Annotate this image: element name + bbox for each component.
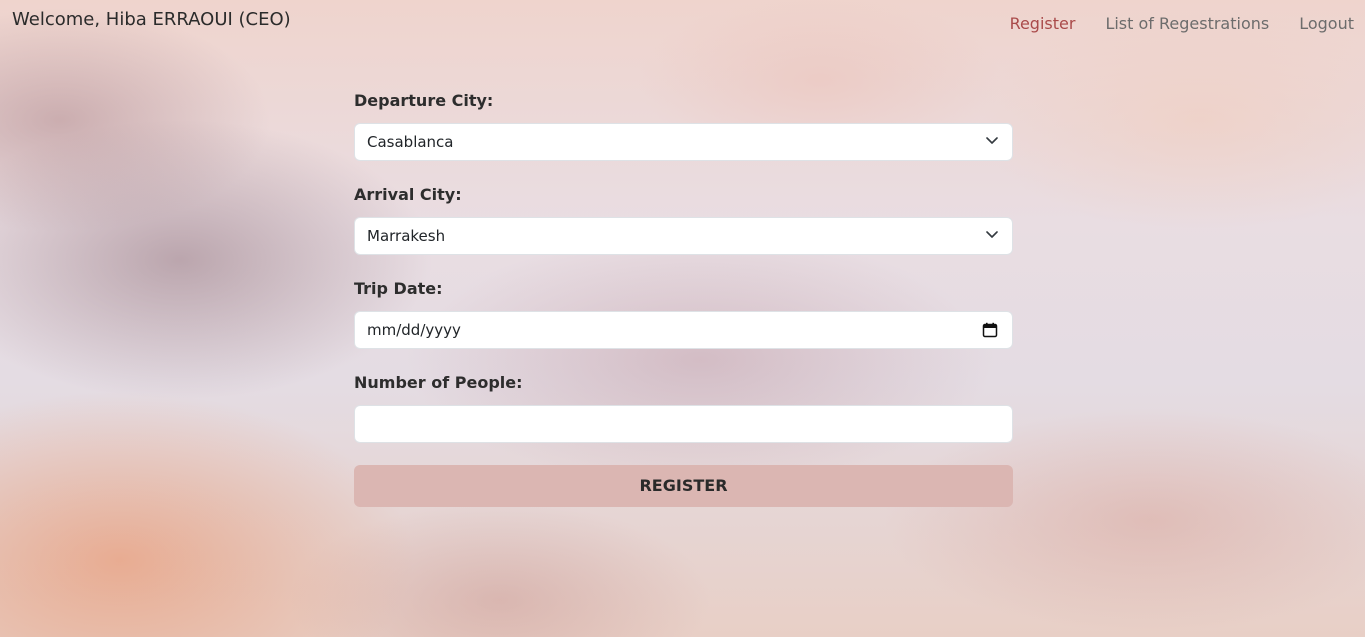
welcome-text: Welcome, Hiba ERRAOUI (CEO) [12,9,291,30]
departure-group: Departure City: Casablanca [354,89,1013,161]
trip-date-input[interactable]: mm/dd/yyyy [354,311,1013,349]
calendar-icon[interactable] [982,322,998,338]
navbar: Welcome, Hiba ERRAOUI (CEO) Register Lis… [0,0,1365,48]
people-label: Number of People: [354,373,523,392]
arrival-value: Marrakesh [367,227,446,245]
arrival-label: Arrival City: [354,185,462,204]
nav-logout-link[interactable]: Logout [1299,14,1354,33]
date-label: Trip Date: [354,279,443,298]
people-input[interactable] [354,405,1013,443]
nav-registrations-link[interactable]: List of Regestrations [1105,14,1269,33]
chevron-down-icon [986,231,998,238]
arrival-group: Arrival City: Marrakesh [354,183,1013,255]
chevron-down-icon [986,137,998,144]
departure-value: Casablanca [367,133,454,151]
people-group: Number of People: [354,371,1013,443]
register-button[interactable]: REGISTER [354,465,1013,507]
departure-label: Departure City: [354,91,494,110]
arrival-select[interactable]: Marrakesh [354,217,1013,255]
nav-register-link[interactable]: Register [1010,14,1076,33]
registration-form: Departure City: Casablanca Arrival City:… [354,89,1013,507]
date-group: Trip Date: mm/dd/yyyy [354,277,1013,349]
nav-links: Register List of Regestrations Logout [1010,14,1354,33]
date-placeholder: mm/dd/yyyy [367,321,461,339]
departure-select[interactable]: Casablanca [354,123,1013,161]
